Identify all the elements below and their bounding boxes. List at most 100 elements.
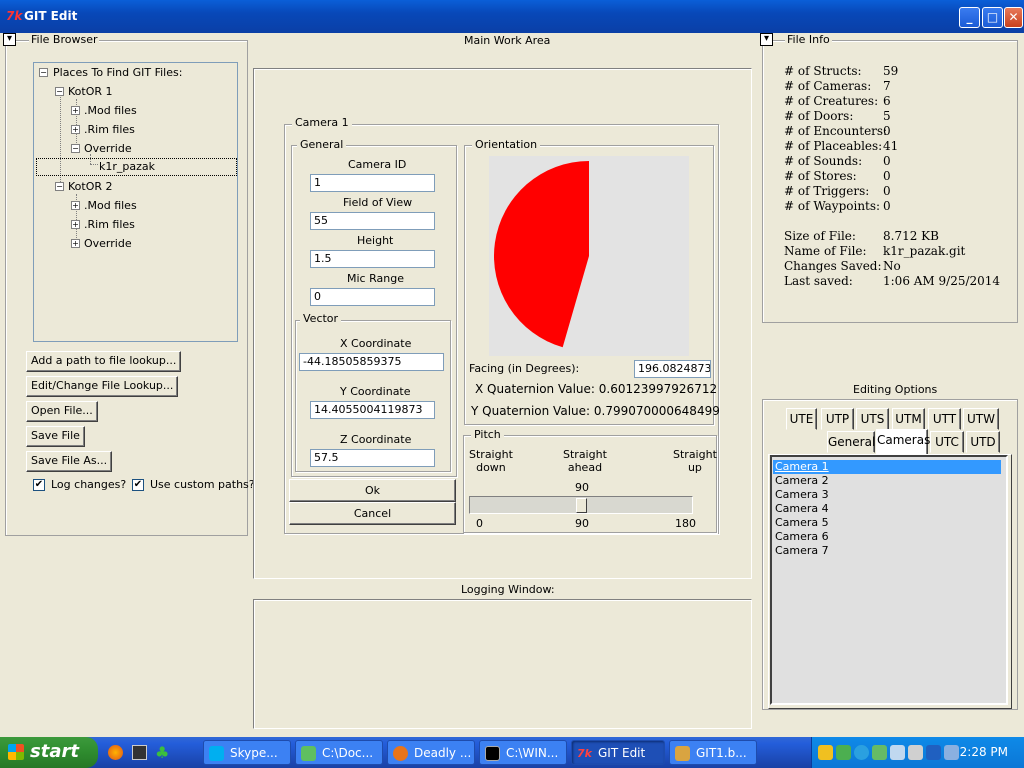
x-quaternion-value: X Quaternion Value: 0.60123997926712	[475, 382, 718, 396]
tab-utc[interactable]: UTC	[930, 431, 964, 453]
speaker-icon[interactable]	[908, 745, 923, 760]
tree-k1-rim[interactable]: .Rim files	[84, 123, 135, 136]
pitch-mid-label: 90	[575, 517, 589, 530]
straight-down-label: Straight down	[469, 448, 513, 474]
camera-list[interactable]: Camera 1 Camera 2 Camera 3 Camera 4 Camera 5…	[770, 455, 1008, 705]
file-browser-title: File Browser	[29, 33, 100, 46]
tab-utm[interactable]: UTM	[892, 408, 925, 430]
orientation-pie[interactable]	[489, 156, 689, 356]
camera-list-item[interactable]: Camera 1	[773, 460, 1001, 474]
expand-node-icon[interactable]: +	[71, 239, 80, 248]
collapse-node-icon[interactable]: −	[39, 68, 48, 77]
camera-list-item[interactable]: Camera 3	[775, 488, 829, 502]
task-documents[interactable]: C:\Doc...	[295, 740, 383, 765]
shield-icon[interactable]	[818, 745, 833, 760]
clapper-icon[interactable]	[132, 745, 147, 760]
camera-list-item[interactable]: Camera 5	[775, 516, 829, 530]
close-button[interactable]: ✕	[1004, 7, 1023, 28]
camera-id-input[interactable]: 1	[310, 174, 435, 192]
custom-paths-checkbox[interactable]: ✔	[132, 479, 144, 491]
firefox-icon	[393, 746, 408, 761]
open-file-button[interactable]: Open File...	[26, 401, 98, 422]
task-git1[interactable]: GIT1.b...	[669, 740, 757, 765]
app-tray-icon[interactable]	[926, 745, 941, 760]
tree-root: Places To Find GIT Files:	[53, 66, 183, 79]
file-name-label: Name of File:	[784, 244, 867, 258]
network-icon[interactable]	[872, 745, 887, 760]
tools-icon[interactable]	[890, 745, 905, 760]
camera-list-item[interactable]: Camera 6	[775, 530, 829, 544]
maximize-button[interactable]: □	[982, 7, 1003, 28]
logging-window[interactable]	[253, 599, 752, 729]
cancel-button[interactable]: Cancel	[289, 502, 456, 525]
task-deadly[interactable]: Deadly ...	[387, 740, 475, 765]
file-info-label: # of Triggers:	[784, 184, 870, 198]
save-file-button[interactable]: Save File	[26, 426, 85, 447]
pitch-max-label: 180	[675, 517, 696, 530]
collapse-node-icon[interactable]: −	[71, 144, 80, 153]
tree-k1-mod[interactable]: .Mod files	[84, 104, 137, 117]
tree-k1-file[interactable]: k1r_pazak	[99, 160, 155, 173]
tree-kotor2[interactable]: KotOR 2	[68, 180, 113, 193]
tree-k1-override[interactable]: Override	[84, 142, 132, 155]
expand-node-icon[interactable]: +	[71, 125, 80, 134]
facing-label: Facing (in Degrees):	[469, 362, 580, 375]
vector-group-title: Vector	[300, 312, 342, 325]
tab-general[interactable]: General	[827, 431, 875, 453]
pitch-slider-thumb[interactable]	[575, 498, 587, 513]
minimize-button[interactable]: _	[959, 7, 980, 28]
file-info-label: # of Stores:	[784, 169, 857, 183]
ok-button[interactable]: Ok	[289, 479, 456, 502]
tab-cameras[interactable]: Cameras	[876, 429, 930, 455]
camera-list-item[interactable]: Camera 2	[775, 474, 829, 488]
start-button[interactable]: start	[0, 737, 98, 768]
z-coordinate-input[interactable]: 57.5	[310, 449, 435, 467]
camera-list-item[interactable]: Camera 4	[775, 502, 829, 516]
tree-k2-override[interactable]: Override	[84, 237, 132, 250]
y-coordinate-input[interactable]: 14.4055004119873	[310, 401, 435, 419]
folder-icon	[301, 746, 316, 761]
tab-uts[interactable]: UTS	[856, 408, 889, 430]
collapse-icon[interactable]: ▾	[760, 33, 773, 46]
skype-tray-icon[interactable]	[854, 745, 869, 760]
collapse-node-icon[interactable]: −	[55, 87, 64, 96]
height-input[interactable]: 1.5	[310, 250, 435, 268]
tab-utw[interactable]: UTW	[963, 408, 999, 430]
tab-ute[interactable]: UTE	[786, 408, 817, 430]
expand-node-icon[interactable]: +	[71, 220, 80, 229]
start-label: start	[30, 741, 79, 762]
last-saved-value: 1:06 AM 9/25/2014	[883, 274, 1001, 288]
camera-list-item[interactable]: Camera 7	[775, 544, 829, 558]
pitch-slider[interactable]	[469, 496, 693, 514]
fov-input[interactable]: 55	[310, 212, 435, 230]
collapse-icon[interactable]: ▾	[3, 33, 16, 46]
clover-icon[interactable]: ♣	[155, 743, 169, 762]
task-git-edit[interactable]: 7k GIT Edit	[571, 740, 665, 765]
collapse-node-icon[interactable]: −	[55, 182, 64, 191]
log-changes-checkbox[interactable]: ✔	[33, 479, 45, 491]
tree-k2-mod[interactable]: .Mod files	[84, 199, 137, 212]
mic-range-input[interactable]: 0	[310, 288, 435, 306]
expand-node-icon[interactable]: +	[71, 106, 80, 115]
expand-node-icon[interactable]: +	[71, 201, 80, 210]
file-name-value: k1r_pazak.git	[883, 244, 966, 258]
security-icon[interactable]	[836, 745, 851, 760]
tree-k2-rim[interactable]: .Rim files	[84, 218, 135, 231]
x-coordinate-input[interactable]: -44.18505859375	[299, 353, 444, 371]
general-group-title: General	[297, 138, 347, 151]
edit-lookup-button[interactable]: Edit/Change File Lookup...	[26, 376, 179, 397]
tab-utp[interactable]: UTP	[821, 408, 854, 430]
task-skype[interactable]: Skype...	[203, 740, 291, 765]
tab-utt[interactable]: UTT	[928, 408, 961, 430]
monitor-icon[interactable]	[944, 745, 959, 760]
facing-input[interactable]: 196.082487333	[634, 360, 711, 378]
file-tree[interactable]: − Places To Find GIT Files: − KotOR 1 + …	[33, 62, 238, 342]
file-size-value: 8.712 KB	[883, 229, 939, 243]
tab-utd[interactable]: UTD	[966, 431, 1000, 453]
tree-kotor1[interactable]: KotOR 1	[68, 85, 113, 98]
add-path-button[interactable]: Add a path to file lookup...	[26, 351, 182, 372]
firefox-icon[interactable]	[108, 745, 123, 760]
task-cmd[interactable]: C:\WIN...	[479, 740, 567, 765]
file-info-value: 41	[883, 139, 899, 153]
save-file-as-button[interactable]: Save File As...	[26, 451, 113, 472]
